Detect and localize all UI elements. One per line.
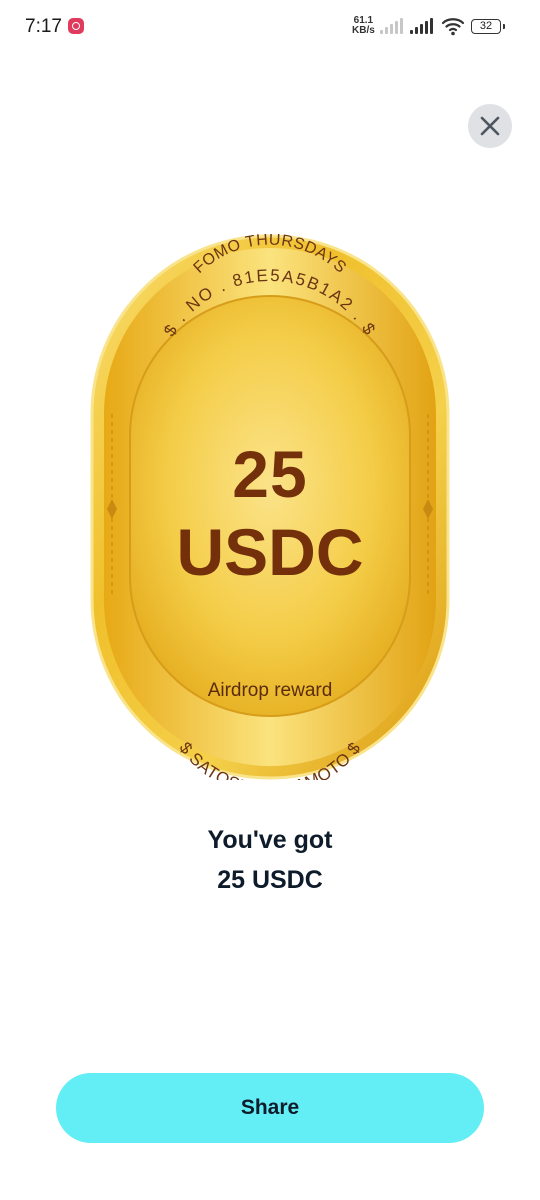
- signal-icon: [410, 18, 436, 34]
- battery-icon: 32: [471, 19, 505, 34]
- coin-caption: Airdrop reward: [207, 680, 333, 701]
- close-icon: [480, 116, 500, 136]
- reward-heading: You've got: [207, 826, 333, 854]
- signal-weak-icon: [380, 18, 406, 34]
- network-speed: 61.1 KB/s: [352, 16, 375, 36]
- reward-amount: 25 USDC: [217, 866, 323, 894]
- status-time: 7:17: [25, 16, 62, 37]
- coin-currency: USDC: [176, 515, 364, 589]
- status-bar: 7:17 61.1 KB/s 32: [0, 0, 540, 56]
- close-button[interactable]: [468, 104, 512, 148]
- coin-amount: 25: [232, 437, 308, 511]
- wifi-icon: [441, 18, 465, 36]
- share-button[interactable]: Share: [56, 1073, 484, 1143]
- network-speed-unit: KB/s: [352, 25, 375, 36]
- instagram-icon: [68, 18, 84, 34]
